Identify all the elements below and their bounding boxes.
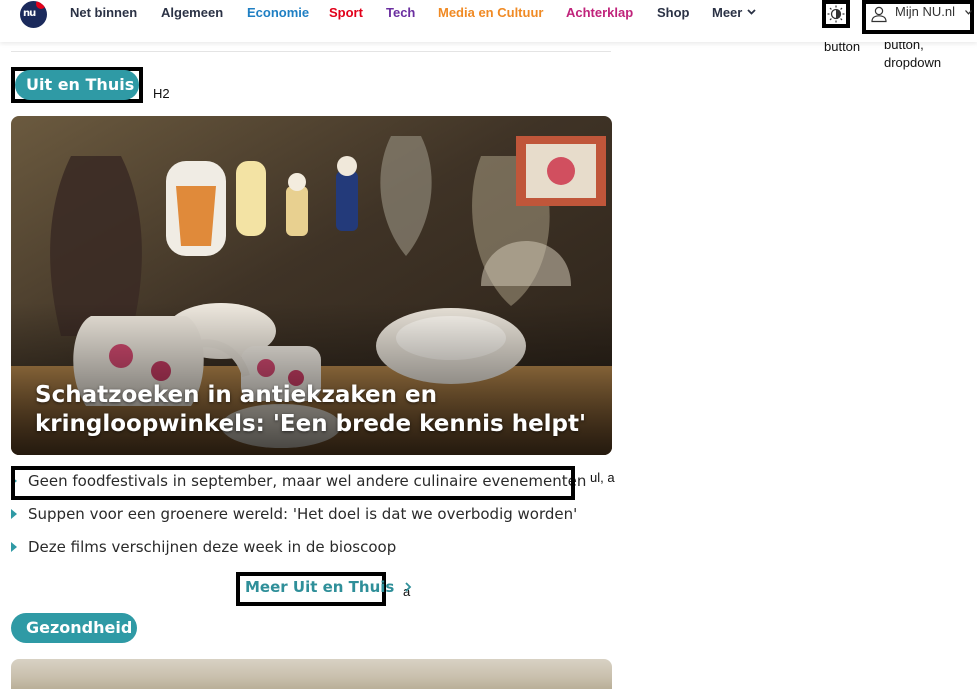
- article-link[interactable]: Deze films verschijnen deze week in de b…: [28, 538, 396, 556]
- chevron-right-icon: [404, 582, 411, 592]
- brightness-icon: [827, 5, 845, 23]
- section-divider: [11, 51, 611, 52]
- bullet-triangle-icon: [11, 509, 17, 519]
- nav-item-economie[interactable]: Economie: [247, 5, 309, 20]
- nav-item-meer-label: Meer: [712, 5, 743, 20]
- theme-toggle-button[interactable]: [822, 0, 850, 28]
- list-item[interactable]: Deze films verschijnen deze week in de b…: [11, 538, 396, 556]
- user-icon: [871, 6, 887, 23]
- next-hero-image[interactable]: [11, 659, 612, 689]
- nav-item-media-en-cultuur[interactable]: Media en Cultuur: [438, 5, 543, 20]
- chevron-down-icon: [965, 8, 972, 17]
- nav-item-net-binnen[interactable]: Net binnen: [70, 5, 137, 20]
- section-heading-gezondheid[interactable]: Gezondheid: [11, 613, 137, 643]
- nav-item-tech[interactable]: Tech: [386, 5, 415, 20]
- nav-item-meer[interactable]: Meer: [712, 5, 756, 20]
- hero-title[interactable]: Schatzoeken in antiekzaken en kringloopw…: [35, 381, 595, 439]
- bullet-triangle-icon: [11, 542, 17, 552]
- nav-item-algemeen[interactable]: Algemeen: [161, 5, 223, 20]
- top-navigation-bar: nu Net binnen Algemeen Economie Sport Te…: [0, 0, 977, 42]
- annotation-account-line2: dropdown: [884, 55, 942, 70]
- account-dropdown-button[interactable]: Mijn NU.nl: [862, 0, 974, 34]
- section-heading-uit-en-thuis[interactable]: Uit en Thuis: [15, 70, 139, 100]
- annotation-heading: H2: [153, 86, 170, 101]
- account-label: Mijn NU.nl: [895, 4, 955, 19]
- more-link-highlight-box: Meer Uit en Thuis: [236, 572, 411, 606]
- more-uit-en-thuis-link[interactable]: Meer Uit en Thuis: [245, 578, 412, 596]
- nav-item-achterklap[interactable]: Achterklap: [566, 5, 633, 20]
- article-link[interactable]: Suppen voor een groenere wereld: 'Het do…: [28, 505, 577, 523]
- nav-item-sport[interactable]: Sport: [329, 5, 363, 20]
- hero-article[interactable]: Schatzoeken in antiekzaken en kringloopw…: [11, 116, 612, 455]
- nav-item-shop[interactable]: Shop: [657, 5, 690, 20]
- first-article-highlight-box: [11, 466, 575, 500]
- nu-logo-icon[interactable]: nu: [20, 1, 47, 28]
- chevron-down-icon: [747, 7, 756, 17]
- annotation-list: ul, a: [590, 470, 615, 485]
- more-link-label: Meer Uit en Thuis: [245, 578, 395, 596]
- list-item[interactable]: Suppen voor een groenere wereld: 'Het do…: [11, 505, 577, 523]
